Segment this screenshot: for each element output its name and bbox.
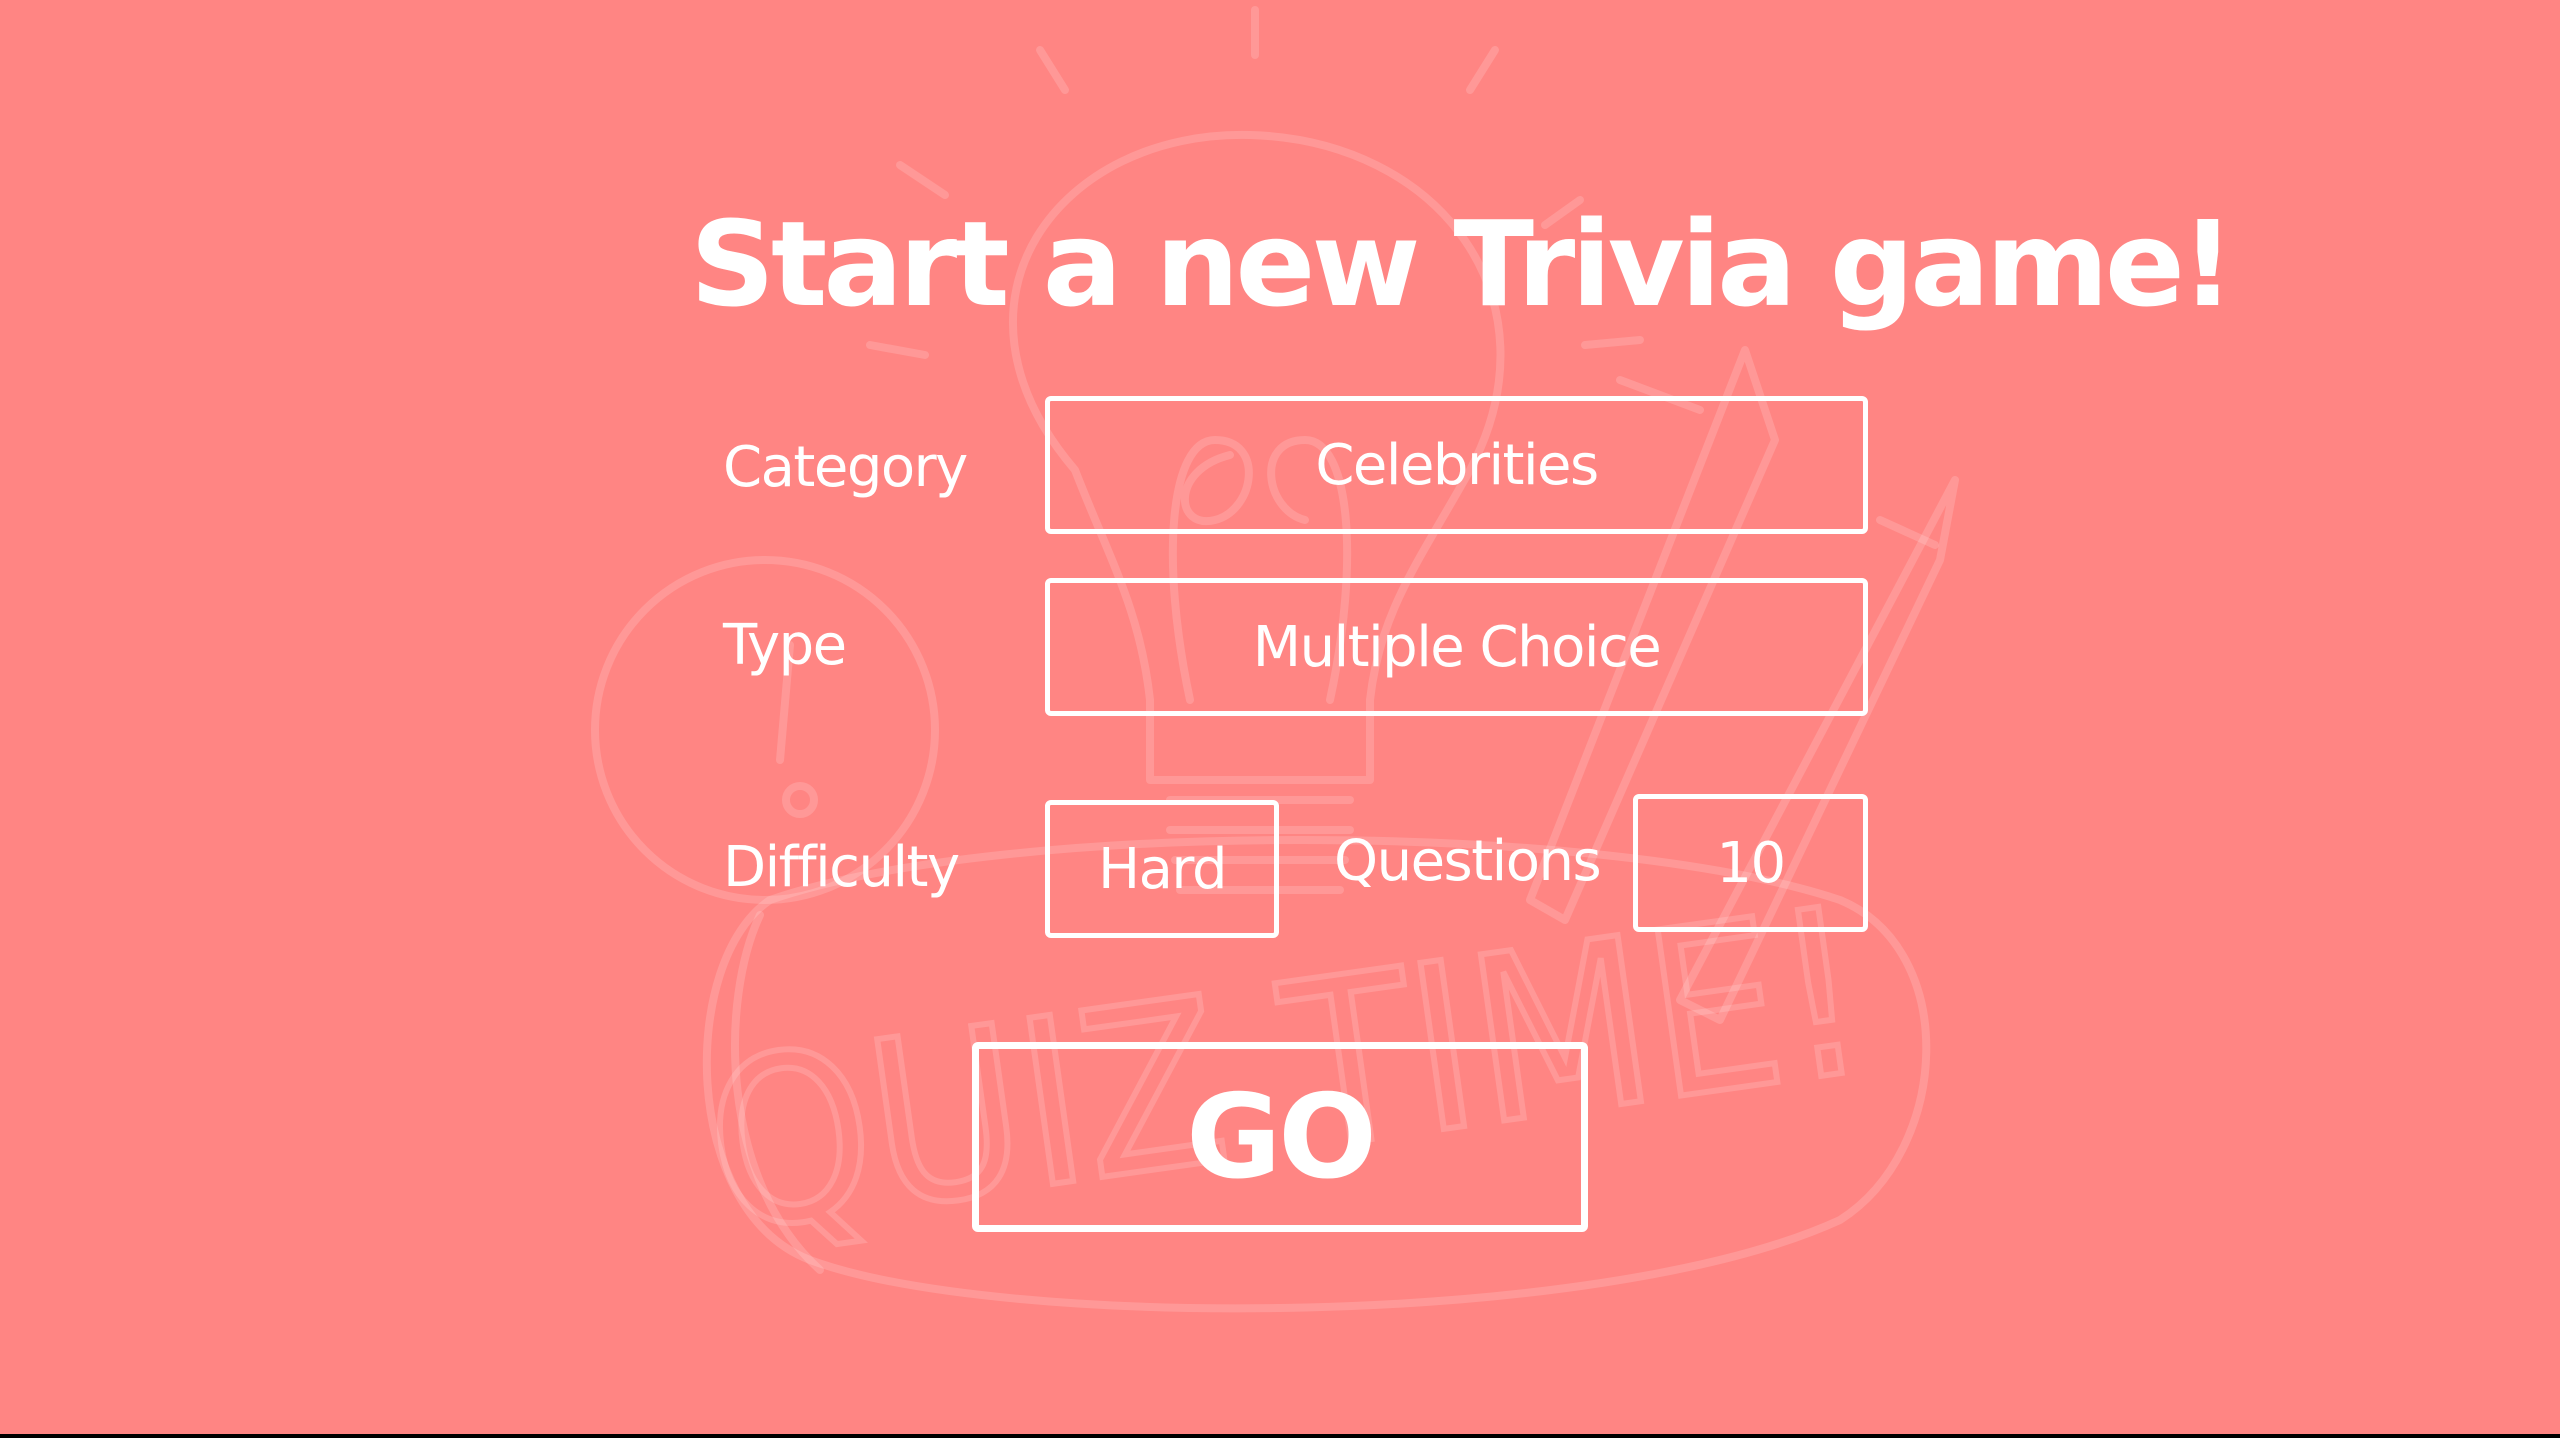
- go-button[interactable]: GO: [972, 1042, 1588, 1232]
- category-select[interactable]: Celebrities: [1045, 396, 1868, 534]
- category-label: Category: [723, 435, 968, 500]
- type-select[interactable]: Multiple Choice: [1045, 578, 1868, 716]
- type-label: Type: [723, 613, 847, 678]
- questions-label: Questions: [1334, 829, 1602, 894]
- trivia-setup-screen: QUIZ TIME! Start a new Trivia game! Cate…: [0, 0, 2560, 1434]
- difficulty-label: Difficulty: [723, 835, 960, 900]
- page-title: Start a new Trivia game!: [690, 195, 2235, 333]
- difficulty-select[interactable]: Hard: [1045, 800, 1279, 938]
- questions-count-select[interactable]: 10: [1633, 794, 1868, 932]
